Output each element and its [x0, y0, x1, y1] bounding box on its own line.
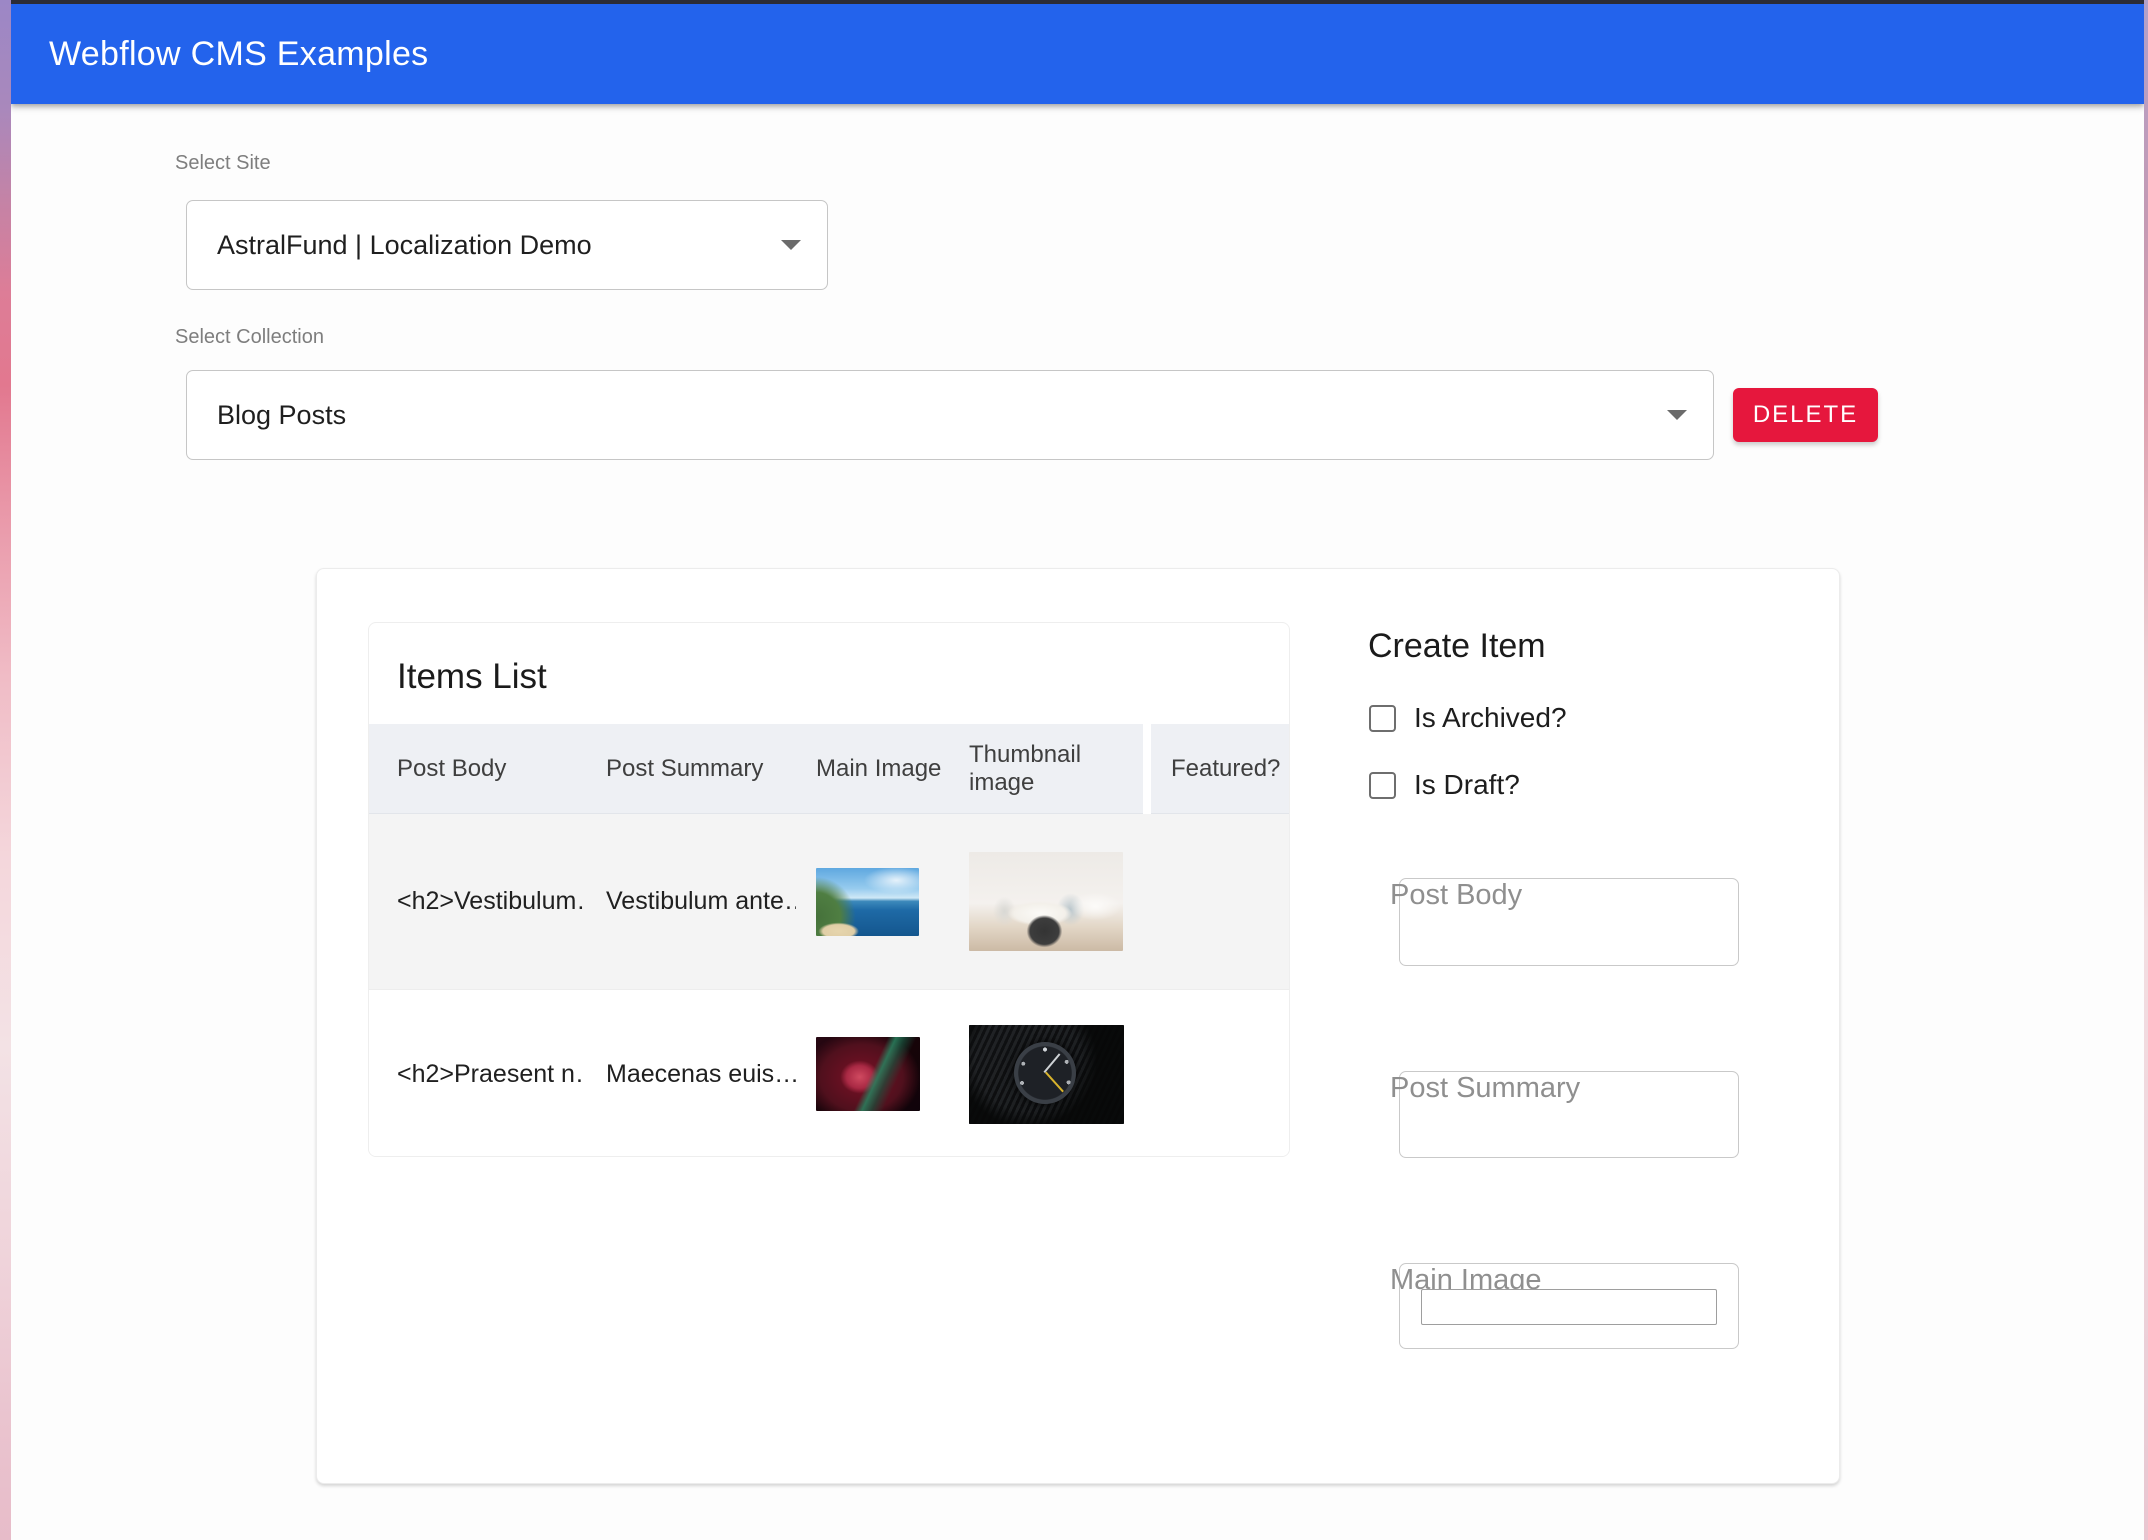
collection-select[interactable]: Blog Posts	[186, 370, 1714, 460]
cell-post-body: <h2>Praesent n…	[369, 991, 586, 1157]
is-archived-checkbox-row[interactable]: Is Archived?	[1369, 702, 1567, 734]
is-archived-checkbox[interactable]	[1369, 705, 1396, 732]
cell-featured	[1151, 814, 1289, 989]
column-header-post-summary: Post Summary	[586, 724, 796, 814]
content-card: Items List Post Body Post Summary Main I…	[316, 568, 1840, 1484]
create-item-title: Create Item	[1368, 627, 1546, 666]
coastal-cliff-and-sea-photo	[816, 868, 919, 936]
red-lit-hands-photo	[816, 1037, 920, 1111]
white-cafe-interior-photo	[969, 852, 1123, 951]
window-edge-gradient-right	[2144, 0, 2148, 1540]
watch-second-hand	[1045, 1071, 1064, 1092]
app-bar: Webflow CMS Examples	[11, 4, 2144, 104]
column-header-thumbnail-image: Thumbnail image	[949, 724, 1143, 814]
is-draft-checkbox-row[interactable]: Is Draft?	[1369, 769, 1520, 801]
dark-wristwatch-photo	[969, 1025, 1124, 1124]
window-top-edge	[11, 0, 2148, 4]
column-divider	[1143, 724, 1151, 814]
dropdown-caret-icon	[1667, 410, 1687, 420]
watch-minute-hand	[1043, 1053, 1060, 1073]
delete-button[interactable]: DELETE	[1733, 388, 1878, 442]
cell-thumbnail-image	[949, 814, 1151, 989]
window-edge-gradient-left	[0, 0, 11, 1540]
cell-main-image	[796, 814, 949, 989]
cell-post-summary: Vestibulum ante…	[586, 814, 796, 989]
select-site-label: Select Site	[175, 152, 271, 175]
table-header-row: Post Body Post Summary Main Image Thumbn…	[369, 724, 1289, 814]
post-summary-field-label: Post Summary	[1390, 1072, 1580, 1105]
select-collection-label: Select Collection	[175, 326, 324, 349]
site-select-value: AstralFund | Localization Demo	[217, 230, 592, 261]
column-header-main-image: Main Image	[796, 724, 949, 814]
dropdown-caret-icon	[781, 240, 801, 250]
column-header-post-body: Post Body	[369, 724, 586, 814]
is-draft-label: Is Draft?	[1414, 769, 1520, 801]
is-archived-label: Is Archived?	[1414, 702, 1567, 734]
column-header-featured: Featured?	[1151, 724, 1289, 814]
post-summary-field[interactable]: Post Summary	[1399, 1071, 1739, 1158]
main-image-field-group: Main Image	[1399, 1263, 1739, 1349]
collection-select-value: Blog Posts	[217, 400, 346, 431]
cell-main-image	[796, 991, 949, 1157]
items-list-panel: Items List Post Body Post Summary Main I…	[368, 622, 1290, 1157]
post-body-field[interactable]: Post Body	[1399, 878, 1739, 966]
items-list-title: Items List	[397, 657, 547, 697]
is-draft-checkbox[interactable]	[1369, 772, 1396, 799]
main-image-input[interactable]	[1421, 1289, 1717, 1325]
site-select[interactable]: AstralFund | Localization Demo	[186, 200, 828, 290]
cell-post-body: <h2>Vestibulum…	[369, 814, 586, 989]
watch-face	[1014, 1042, 1076, 1104]
table-row[interactable]: <h2>Vestibulum… Vestibulum ante…	[369, 814, 1289, 990]
cell-post-summary: Maecenas euis…	[586, 991, 796, 1157]
page-title: Webflow CMS Examples	[49, 35, 429, 74]
table-row[interactable]: <h2>Praesent n… Maecenas euis…	[369, 991, 1289, 1157]
cell-thumbnail-image	[949, 991, 1151, 1157]
cell-featured	[1151, 991, 1289, 1157]
post-body-field-label: Post Body	[1390, 879, 1522, 912]
